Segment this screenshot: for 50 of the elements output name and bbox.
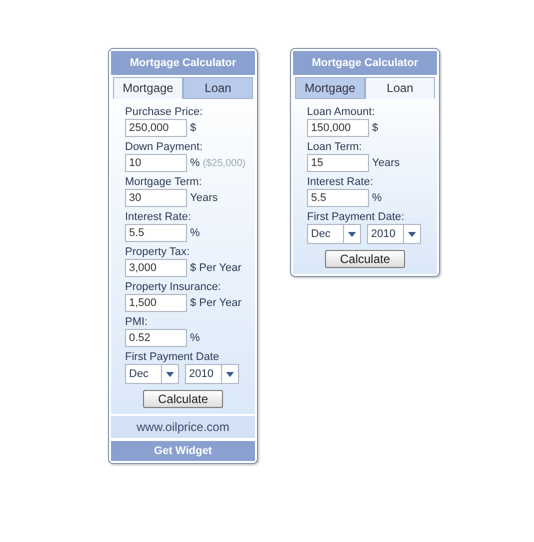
unit-label: % [190,332,200,344]
dropdown[interactable]: 2010 [185,364,239,384]
field-label: Loan Term: [307,141,363,153]
tab[interactable]: Loan [365,77,435,99]
unit-label: % [372,192,382,204]
widget-title: Mortgage Calculator [111,51,255,75]
field-label: Mortgage Term: [125,176,203,188]
field-label: Property Insurance: [125,281,222,293]
field-label: Property Tax: [125,246,191,258]
input-field[interactable]: 0.52 [125,329,187,347]
unit-label: $ [372,122,378,134]
input-field[interactable]: 5.5 [125,224,187,242]
caret-icon [408,232,416,236]
input-field[interactable]: 10 [125,154,187,172]
input-field[interactable]: 15 [307,154,369,172]
widget-title: Mortgage Calculator [293,51,437,75]
tab[interactable]: Loan [183,77,253,99]
dropdown[interactable]: 2010 [367,224,421,244]
dropdown[interactable]: Dec [125,364,179,384]
caret-icon [166,372,174,376]
unit-label: Years [372,157,400,169]
input-field[interactable]: 250,000 [125,119,187,137]
input-field[interactable]: 1,500 [125,294,187,312]
unit-label: $ [190,122,196,134]
field-label: Interest Rate: [125,211,192,223]
calculate-button[interactable]: Calculate [142,390,224,408]
unit-label: % [190,227,200,239]
unit-label: % [190,157,200,169]
unit-label: Years [190,192,218,204]
field-label: Purchase Price: [125,106,204,118]
field-label: Loan Amount: [307,106,376,118]
field-label: PMI: [125,316,149,328]
dropdown[interactable]: Dec [307,224,361,244]
tab[interactable]: Mortgage [113,77,183,99]
field-label: Interest Rate: [307,176,374,188]
input-field[interactable]: 30 [125,189,187,207]
caret-icon [348,232,356,236]
caret-icon [226,372,234,376]
input-field[interactable]: 150,000 [307,119,369,137]
field-label: Down Payment: [125,141,204,153]
field-label: First Payment Date: [307,211,406,223]
website-link[interactable]: www.oilprice.com [111,416,255,438]
unit-label: $ Per Year [190,297,242,309]
unit-label: $ Per Year [190,262,242,274]
input-field[interactable]: 3,000 [125,259,187,277]
calculate-button[interactable]: Calculate [324,250,406,268]
input-field[interactable]: 5.5 [307,189,369,207]
tab[interactable]: Mortgage [295,77,365,99]
amount-note: ($25,000) [202,158,246,168]
field-label: First Payment Date [125,351,220,363]
